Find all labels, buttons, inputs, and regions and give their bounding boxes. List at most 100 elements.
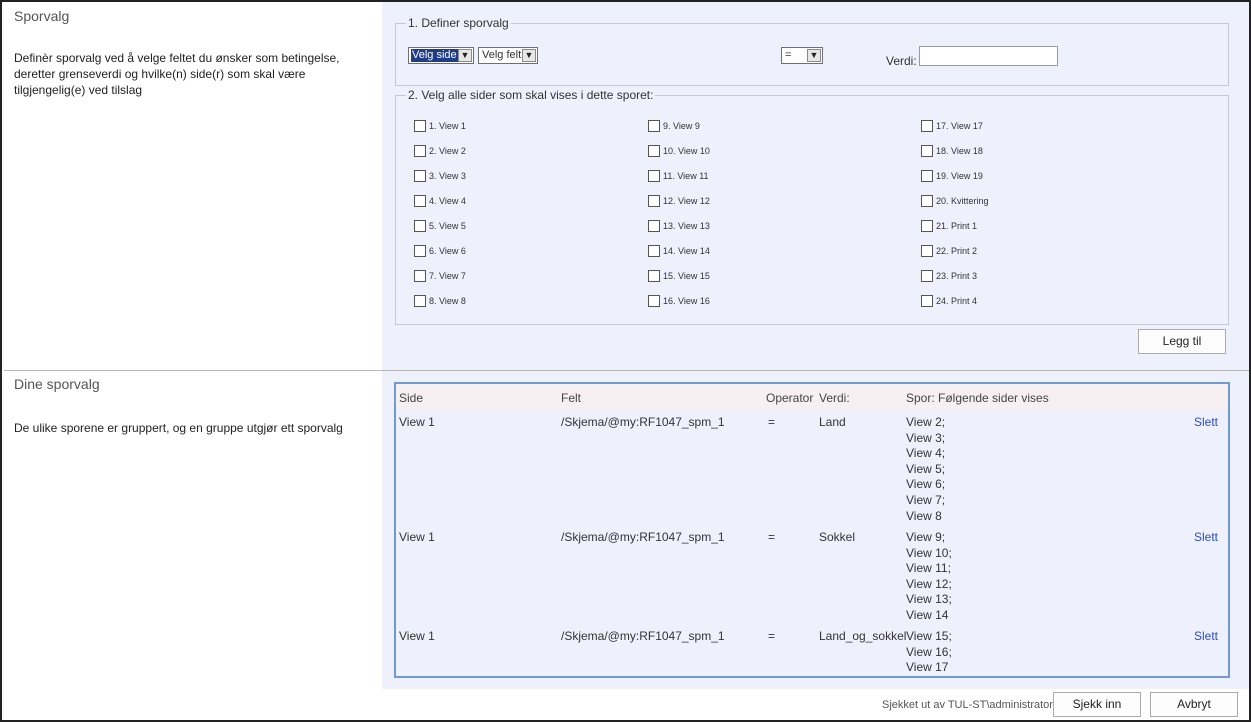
page-entry: View 14 (906, 607, 949, 622)
page-checkbox[interactable] (921, 245, 933, 257)
cell-pages: View 9; View 10; View 11; View 12; View 13; V… (906, 530, 952, 624)
page-checkbox[interactable] (414, 270, 426, 282)
page-checkbox[interactable] (414, 220, 426, 232)
page-checkbox-label: 23. Print 3 (936, 271, 978, 281)
cell-side: View 1 (399, 415, 435, 429)
page-entry: View 11; (906, 561, 951, 576)
page-entry: View 8 (906, 508, 942, 523)
page-checkbox-label: 22. Print 2 (936, 246, 978, 256)
page-checkbox-label: 21. Print 1 (936, 221, 978, 231)
cell-side: View 1 (399, 629, 435, 643)
value-input[interactable] (919, 46, 1058, 66)
page-checkbox-label: 19. View 19 (936, 171, 983, 181)
section-description-dine-sporvalg: De ulike sporene er gruppert, og en grup… (14, 421, 343, 435)
page-checkbox[interactable] (648, 145, 660, 157)
page-checkbox[interactable] (414, 295, 426, 307)
operator-select-value: = (785, 49, 792, 61)
page-checkbox[interactable] (414, 170, 426, 182)
chevron-down-icon: ▼ (458, 49, 472, 62)
page-checkbox-label: 9. View 9 (663, 121, 700, 131)
page-checkbox-label: 12. View 12 (663, 196, 710, 206)
rules-table: Side Felt Operator Verdi: Spor: Følgende… (394, 382, 1230, 678)
page-checkbox-label: 2. View 2 (429, 146, 466, 156)
delete-link[interactable]: Slett (1194, 530, 1218, 544)
page-entry: View 9; (906, 530, 946, 544)
checkin-button[interactable]: Sjekk inn (1053, 692, 1141, 717)
page-checkbox[interactable] (921, 270, 933, 282)
page-entry: View 15; (906, 629, 952, 643)
cell-verdi: Sokkel (819, 530, 856, 544)
cell-operator: = (768, 530, 776, 544)
cell-side: View 1 (399, 530, 435, 544)
page-checkbox-label: 18. View 18 (936, 146, 983, 156)
cell-verdi: Land (819, 415, 846, 429)
page-checkbox[interactable] (414, 120, 426, 132)
page-entry: View 5; (906, 461, 946, 476)
page-checkbox[interactable] (921, 120, 933, 132)
cell-felt: /Skjema/@my:RF1047_spm_1 (561, 629, 725, 643)
page-checkbox[interactable] (648, 295, 660, 307)
chevron-down-icon: ▼ (522, 49, 536, 62)
page-checkbox-label: 10. View 10 (663, 146, 710, 156)
page-checkbox[interactable] (648, 170, 660, 182)
page-checkbox[interactable] (648, 270, 660, 282)
side-select-value: Velg side (410, 48, 459, 63)
page-checkbox[interactable] (414, 195, 426, 207)
page-checkbox[interactable] (921, 295, 933, 307)
cell-felt: /Skjema/@my:RF1047_spm_1 (561, 415, 725, 429)
cell-felt: /Skjema/@my:RF1047_spm_1 (561, 530, 725, 544)
pages-legend: 2. Velg alle sider som skal vises i dett… (408, 88, 654, 102)
define-legend: 1. Definer sporvalg (408, 16, 509, 30)
section-title-dine-sporvalg: Dine sporvalg (14, 376, 100, 392)
page-entry: View 10; (906, 545, 952, 560)
page-checkbox[interactable] (921, 145, 933, 157)
page-entry: View 13; (906, 592, 952, 607)
cell-verdi: Land_og_sokkel (819, 629, 907, 643)
delete-link[interactable]: Slett (1194, 415, 1218, 429)
field-select-value: Velg felt (482, 49, 522, 61)
cell-pages: View 2; View 3; View 4; View 5; View 6; View … (906, 415, 945, 524)
page-checkbox[interactable] (648, 220, 660, 232)
operator-select[interactable]: = ▼ (781, 47, 823, 64)
pages-fieldset: 2. Velg alle sider som skal vises i dett… (395, 88, 1229, 325)
page-checkbox[interactable] (648, 245, 660, 257)
side-select[interactable]: Velg side ▼ (408, 47, 474, 64)
page-checkbox[interactable] (414, 145, 426, 157)
form-frame: Sporvalg Definèr sporvalg ved å velge fe… (0, 0, 1251, 722)
cell-pages: View 15; View 16; View 17 (906, 629, 952, 676)
page-checkbox-label: 13. View 13 (663, 221, 710, 231)
page-checkbox[interactable] (648, 195, 660, 207)
page-checkbox[interactable] (921, 195, 933, 207)
header-felt: Felt (561, 391, 582, 405)
header-side: Side (399, 391, 424, 405)
page-checkbox-label: 1. View 1 (429, 121, 466, 131)
page-checkbox-label: 5. View 5 (429, 221, 466, 231)
page-checkbox-label: 20. Kvittering (936, 196, 989, 206)
page-checkbox-label: 4. View 4 (429, 196, 466, 206)
page-checkbox[interactable] (648, 120, 660, 132)
page-checkbox-label: 7. View 7 (429, 271, 466, 281)
page-checkbox[interactable] (921, 170, 933, 182)
page-checkbox-label: 16. View 16 (663, 296, 710, 306)
cell-operator: = (768, 629, 776, 643)
page-checkbox-label: 8. View 8 (429, 296, 466, 306)
header-operator: Operator (766, 391, 814, 405)
page-checkbox-label: 6. View 6 (429, 246, 466, 256)
page-checkbox-label: 15. View 15 (663, 271, 710, 281)
page-entry: View 6; (906, 477, 946, 492)
delete-link[interactable]: Slett (1194, 629, 1218, 643)
page-checkbox[interactable] (921, 220, 933, 232)
page-checkbox[interactable] (414, 245, 426, 257)
page-checkbox-label: 14. View 14 (663, 246, 710, 256)
value-label: Verdi: (886, 54, 917, 68)
add-button[interactable]: Legg til (1138, 329, 1226, 354)
checked-out-status: Sjekket ut av TUL-ST\administrator (882, 699, 1053, 711)
cancel-button[interactable]: Avbryt (1150, 692, 1238, 717)
page-entry: View 3; (906, 430, 946, 445)
chevron-down-icon: ▼ (807, 49, 821, 62)
page-entry: View 16; (906, 644, 952, 659)
page-entry: View 12; (906, 576, 952, 591)
section-description-sporvalg: Definèr sporvalg ved å velge feltet du ø… (14, 51, 340, 97)
page-entry: View 2; (906, 415, 946, 429)
field-select[interactable]: Velg felt ▼ (478, 47, 538, 64)
